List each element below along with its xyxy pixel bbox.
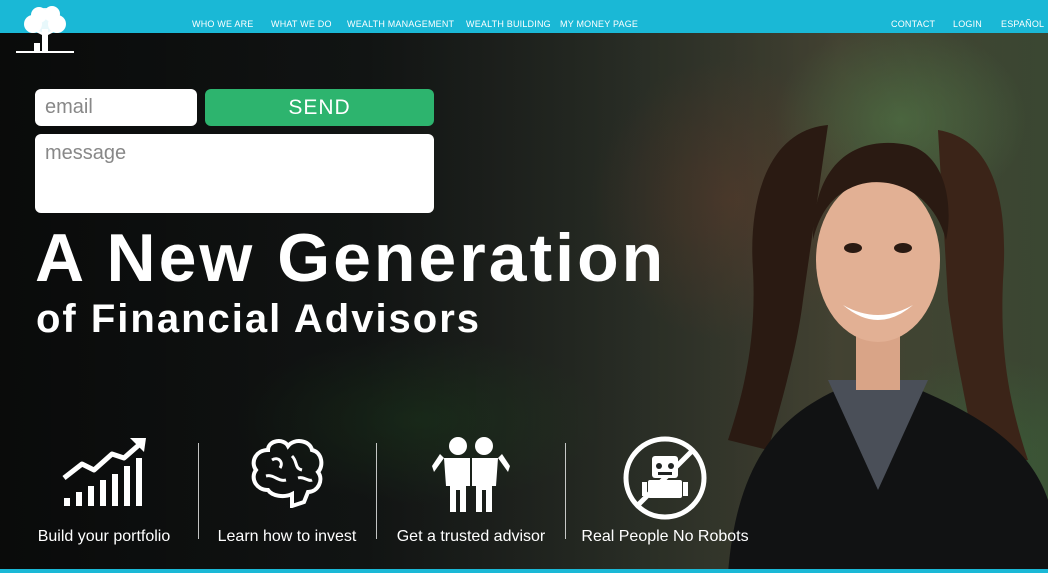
no-robots-icon xyxy=(623,436,707,520)
nav-what-we-do[interactable]: WHAT WE DO xyxy=(271,19,332,29)
nav-my-money-page[interactable]: MY MONEY PAGE xyxy=(560,19,638,29)
feature-trusted-advisor[interactable]: Get a trusted advisor xyxy=(382,436,560,548)
tree-logo-icon[interactable] xyxy=(14,5,76,61)
nav-contact[interactable]: CONTACT xyxy=(891,19,935,29)
feature-label: Get a trusted advisor xyxy=(396,528,546,545)
nav-espanol[interactable]: ESPAÑOL xyxy=(1001,19,1044,29)
advisor-photo xyxy=(728,125,1048,573)
feature-divider xyxy=(565,443,566,539)
email-input[interactable] xyxy=(35,89,197,126)
feature-no-robots[interactable]: Real People No Robots xyxy=(572,436,758,548)
growth-chart-icon xyxy=(62,438,146,506)
nav-login[interactable]: LOGIN xyxy=(953,19,982,29)
feature-label: Build your portfolio xyxy=(37,528,171,545)
nav-wealth-building[interactable]: WEALTH BUILDING xyxy=(466,19,551,29)
send-button[interactable]: SEND xyxy=(205,89,434,126)
feature-build-portfolio[interactable]: Build your portfolio xyxy=(24,436,184,548)
feature-divider xyxy=(198,443,199,539)
message-input[interactable] xyxy=(35,134,434,213)
nav-wealth-management[interactable]: WEALTH MANAGEMENT xyxy=(347,19,454,29)
hero-subheadline: of Financial Advisors xyxy=(36,297,482,341)
nav-who-we-are[interactable]: WHO WE ARE xyxy=(192,19,254,29)
two-people-icon xyxy=(432,437,510,512)
feature-label: Learn how to invest xyxy=(217,528,357,545)
brain-icon xyxy=(251,439,324,508)
bottom-accent-bar xyxy=(0,569,1048,573)
feature-learn-invest[interactable]: Learn how to invest xyxy=(204,436,370,548)
feature-divider xyxy=(376,443,377,539)
feature-label: Real People No Robots xyxy=(581,528,749,545)
hero-headline: A New Generation xyxy=(35,220,667,296)
